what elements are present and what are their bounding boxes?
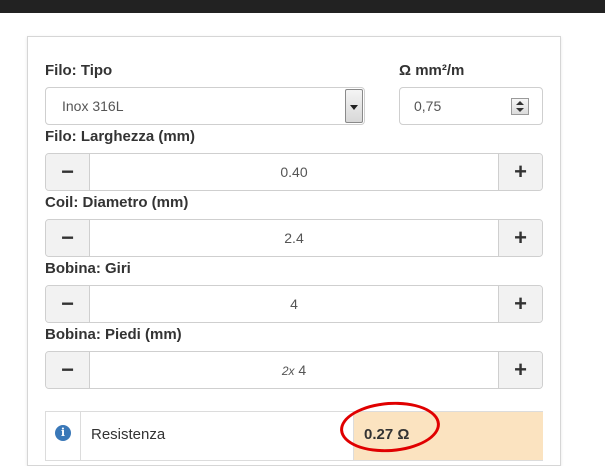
turns-stepper: − 4 + [45,285,543,323]
resistivity-value: 0,75 [414,98,442,114]
chevron-down-icon[interactable] [345,89,363,123]
legs-value-field[interactable]: 2x 4 [91,352,497,388]
info-icon[interactable]: i [55,425,71,441]
top-bar [0,0,605,13]
wire-width-plus-button[interactable]: + [498,154,542,190]
legs-minus-button[interactable]: − [46,352,90,388]
resistivity-label: Ω mm²/m [399,62,465,79]
turns-plus-button[interactable]: + [498,286,542,322]
wire-width-minus-button[interactable]: − [46,154,90,190]
coil-diameter-value[interactable]: 2.4 [91,220,497,256]
wire-width-stepper: − 0.40 + [45,153,543,191]
coil-diameter-label: Coil: Diametro (mm) [45,194,189,211]
turns-label: Bobina: Giri [45,260,131,277]
resistance-label: Resistenza [91,426,166,443]
wire-type-select[interactable]: Inox 316L [45,87,365,125]
legs-label: Bobina: Piedi (mm) [45,326,182,343]
legs-plus-button[interactable]: + [498,352,542,388]
info-cell: i [46,412,81,460]
wire-width-value[interactable]: 0.40 [91,154,497,190]
turns-value[interactable]: 4 [91,286,497,322]
legs-multiplier-prefix: 2x [281,364,295,378]
spinner-arrows-icon[interactable] [511,98,529,115]
wire-width-label: Filo: Larghezza (mm) [45,128,196,145]
resistance-result-row: i Resistenza 0.27 Ω [45,411,543,461]
turns-minus-button[interactable]: − [46,286,90,322]
wire-type-label: Filo: Tipo [45,62,113,79]
resistivity-input[interactable]: 0,75 [399,87,543,125]
wire-type-selected-value: Inox 316L [62,98,124,114]
legs-stepper: − 2x 4 + [45,351,543,389]
coil-diameter-stepper: − 2.4 + [45,219,543,257]
legs-value: 4 [298,362,307,378]
coil-diameter-plus-button[interactable]: + [498,220,542,256]
coil-diameter-minus-button[interactable]: − [46,220,90,256]
